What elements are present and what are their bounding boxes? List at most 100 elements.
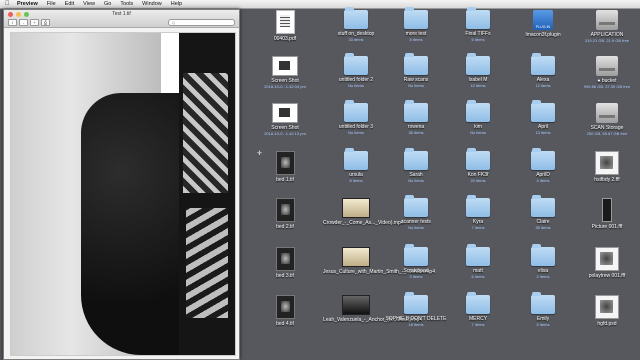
desktop-item[interactable]: SCAN Storage 250 GB, 55.67 GB free [574,103,640,136]
desktop-item[interactable]: AprilD 4 items [510,148,576,183]
desktop-item[interactable]: polaytrew 001.fff [574,247,640,279]
folder-icon [404,244,428,266]
desktop-item[interactable]: Emily 5 items [510,292,576,327]
desktop-item[interactable]: Imacon3f.plugin [510,10,576,38]
desktop-item[interactable]: ursula 8 items [323,148,389,183]
desktop-item-label: polaytrew 001.fff [588,273,626,279]
desktop-item[interactable]: Leah_Valenzuela_-_Anchor_(B...Music).mp4 [323,295,422,323]
desktop-item[interactable]: Sarah No items [383,148,449,183]
apple-menu-icon[interactable]:  [5,0,11,8]
desktop-item-info: No items [348,130,364,135]
desktop-item[interactable]: hgfd.psd [574,295,640,327]
desktop-item[interactable]: Picture 001.fff [574,198,640,230]
share-button[interactable]: ⎙ [41,19,50,26]
menu-view[interactable]: View [83,0,95,8]
desktop-item[interactable]: bed 2.tif [252,198,318,230]
desktop-item[interactable]: MERCY 7 items [445,292,511,327]
folder-icon [344,100,368,122]
menu-edit[interactable]: Edit [65,0,74,8]
image-file-icon [275,198,295,222]
desktop-item-info: 7 items [471,322,485,327]
menu-window[interactable]: Window [142,0,162,8]
desktop-item[interactable]: bed 4.tif [252,295,318,327]
desktop-item-label: bed 3.tif [276,273,294,279]
desktop-item-info: 6 items [471,37,485,42]
graffiti-letters-bottom [186,208,228,318]
desktop-item[interactable]: kim No items [445,100,511,135]
preview-window: Test 1.tif i - + ⎙ Q [3,9,240,360]
window-titlebar[interactable]: Test 1.tif i - + ⎙ Q [4,10,239,28]
desktop-item-label: hgfd.psd [597,321,617,327]
desktop-item[interactable]: Screen Shot 2018-10-0...1.42.13 pm [252,103,318,136]
desktop-item-info: 13 items [535,130,551,135]
image-file-icon [275,151,295,175]
desktop-item[interactable]: stuff on_desktop 33 items [323,7,389,42]
desktop-item[interactable]: Raw scans No items [383,53,449,88]
search-input[interactable]: Q [168,19,235,26]
desktop-item[interactable]: Alexa 12 items [510,53,576,88]
zoom-in-button[interactable]: + [30,19,39,26]
desktop-item[interactable]: rowena 36 items [383,100,449,135]
menu-go[interactable]: Go [104,0,111,8]
desktop-item-label: hsifbdy 2.fff [594,177,620,183]
folder-icon [404,100,428,122]
menu-preview[interactable]: Preview [17,0,38,8]
desktop-item[interactable]: 00403.pdf [252,10,318,42]
desktop-item-label: bed 4.tif [276,321,294,327]
menu-file[interactable]: File [47,0,56,8]
image-file-icon [275,295,295,319]
desktop-item[interactable]: untitled folder 3 No items [323,100,389,135]
mouse-cursor-icon: ✛ [257,151,263,157]
folder-icon [404,148,428,170]
image-doc-icon [595,295,619,319]
desktop-item[interactable]: APPLICATION 319.21 GB, 21.9 GB free [574,10,640,43]
folder-icon [404,195,428,217]
tall-image-icon [602,198,612,222]
desktop-item[interactable]: elisa 2 items [510,244,576,279]
desktop-item[interactable]: hsifbdy 2.fff [574,151,640,183]
desktop-item[interactable]: April 13 items [510,100,576,135]
desktop-item[interactable]: untitled folder 2 No items [323,53,389,88]
plugin-icon [533,10,553,30]
desktop-item[interactable]: Kon FK3f 20 items [445,148,511,183]
desktop-item[interactable]: SOPHIE B DON'T DELETE 18 items [383,292,449,327]
desktop-item[interactable]: scanner tests No items [383,195,449,230]
desktop-item[interactable]: Isabel M 10 items [445,53,511,88]
video-icon [342,198,370,218]
folder-icon [531,100,555,122]
desktop-item[interactable]: Screen Shot 2018-10-0...1.42.04 pm [252,56,318,89]
trees-region [81,93,181,355]
desktop-item[interactable]: matt 6 items [445,244,511,279]
desktop-item[interactable]: Final TIFFs 6 items [445,7,511,42]
info-button[interactable]: i [8,19,17,26]
desktop-item-info: 7 items [471,225,485,230]
desktop-item[interactable]: more test 8 items [383,7,449,42]
desktop-item-info: 3 items [409,274,423,279]
zoom-out-button[interactable]: - [19,19,28,26]
image-doc-icon [595,151,619,175]
desktop-item-label: bed 1.tif [276,177,294,183]
desktop-item-info: 2 items [536,274,550,279]
folder-icon [531,53,555,75]
folder-icon [404,53,428,75]
desktop-item[interactable]: Kyra 7 items [445,195,511,230]
desktop-item-info: 5 items [536,322,550,327]
menu-tools[interactable]: Tools [120,0,133,8]
desktop-item-info: No items [408,83,424,88]
desktop-item[interactable]: Scratchpad 3 items [383,244,449,279]
folder-icon [466,53,490,75]
folder-icon [531,292,555,314]
desktop-item-info: 319.21 GB, 21.9 GB free [584,38,630,43]
desktop-item-label: Jesus_Culture_with_Martin_Smith_-_...lom… [323,269,435,275]
desktop-item[interactable]: Claire 35 items [510,195,576,230]
desktop-item-label: Imacon3f.plugin [525,32,561,38]
menu-help[interactable]: Help [171,0,182,8]
desktop-item[interactable]: Jesus_Culture_with_Martin_Smith_-_...lom… [323,247,435,275]
drive-icon [596,56,618,76]
desktop-item[interactable]: ● bucket 999.86 GB, 27.39 GB free [574,56,640,89]
image-canvas[interactable] [10,32,236,356]
desktop-item[interactable]: Crowder_-_Come_As..._Video).mp4 [323,198,404,226]
desktop-item[interactable]: bed 3.tif [252,247,318,279]
desktop-item-info: 12 items [535,83,551,88]
desktop-item-info: 10 items [470,83,486,88]
